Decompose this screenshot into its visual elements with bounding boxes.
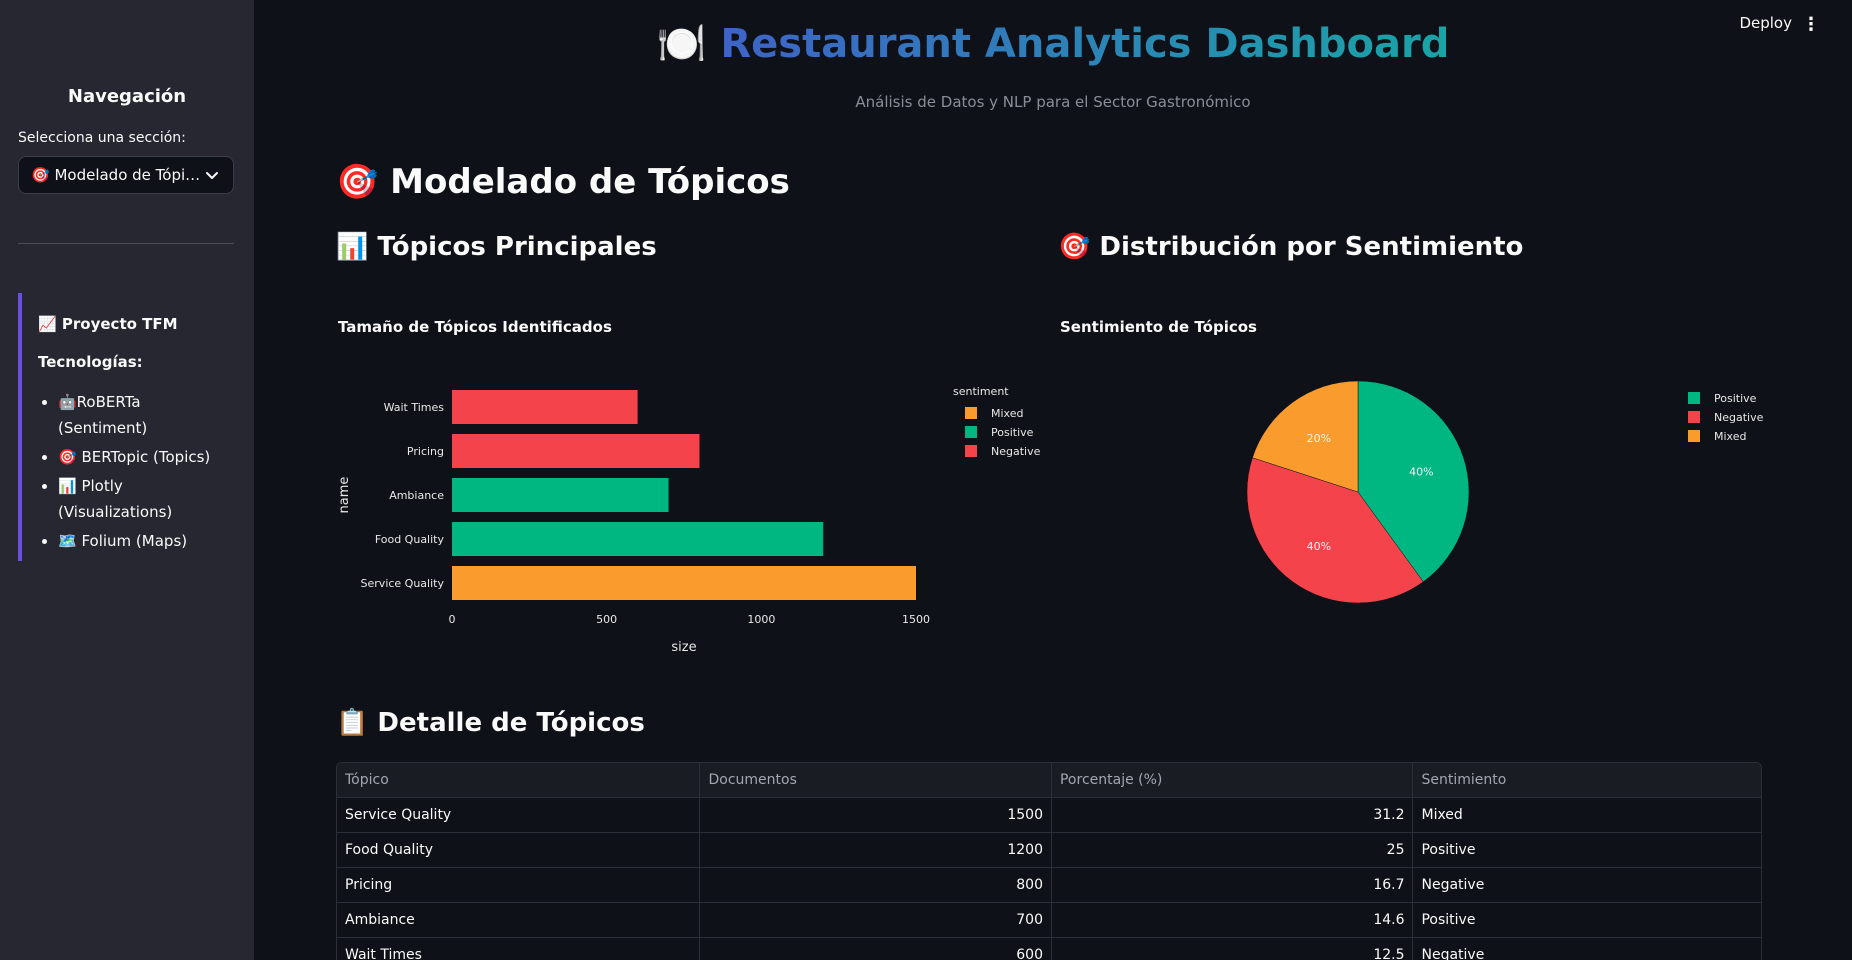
pie-chart: 40% 40% 20% Positive Negative Mixed <box>1246 380 1764 604</box>
table-cell[interactable]: Mixed <box>1413 798 1761 832</box>
x-tick-label: 1000 <box>747 613 775 626</box>
table-row: Ambiance 700 14.6 Positive <box>337 903 1761 938</box>
bar <box>452 478 669 512</box>
table-cell[interactable]: 12.5 <box>1052 938 1414 960</box>
legend-swatch <box>1688 430 1700 442</box>
legend-label: Negative <box>1714 411 1764 424</box>
bar <box>452 566 916 600</box>
legend-label: Mixed <box>991 407 1023 420</box>
y-tick-label: Pricing <box>407 445 444 458</box>
section-select-label: Selecciona una sección: <box>18 130 186 146</box>
sidebar-title: Navegación <box>67 86 187 107</box>
table-cell[interactable]: Negative <box>1413 868 1761 902</box>
x-tick-label: 0 <box>449 613 456 626</box>
column-header[interactable]: Documentos <box>700 763 1052 797</box>
x-axis-label: size <box>671 640 696 655</box>
tech-item: 🤖RoBERTa (Sentiment) <box>58 389 234 441</box>
bar-chart-title: Tamaño de Tópicos Identificados <box>338 318 612 336</box>
table-cell[interactable]: Service Quality <box>337 798 701 832</box>
table-cell[interactable]: Wait Times <box>337 938 701 960</box>
app-title-text: Restaurant Analytics Dashboard <box>720 21 1450 67</box>
tech-label: Tecnologías: <box>38 353 143 371</box>
table-heading: 📋 Detalle de Tópicos <box>336 708 645 738</box>
bar <box>452 434 700 468</box>
pie-data-label: 40% <box>1307 540 1331 553</box>
y-tick-label: Ambiance <box>389 489 444 502</box>
legend-swatch <box>1688 392 1700 404</box>
pie-data-label: 20% <box>1307 432 1331 445</box>
y-tick-label: Wait Times <box>384 401 445 414</box>
y-axis-label: name <box>337 477 352 514</box>
sidebar-divider <box>18 243 234 244</box>
table-cell[interactable]: 31.2 <box>1052 798 1414 832</box>
legend-swatch <box>965 445 977 457</box>
pie-data-label: 40% <box>1409 465 1433 478</box>
app-title: 🍽️ Restaurant Analytics Dashboard <box>254 20 1852 67</box>
column-header[interactable]: Porcentaje (%) <box>1052 763 1414 797</box>
bar <box>452 390 638 424</box>
table-row: Wait Times 600 12.5 Negative <box>337 938 1761 960</box>
legend-label: Positive <box>991 426 1034 439</box>
table-cell[interactable]: 600 <box>700 938 1052 960</box>
project-label: 📈 Proyecto TFM <box>38 315 178 333</box>
section-select-value: 🎯 Modelado de Tópicos <box>31 166 203 184</box>
legend-label: Mixed <box>1714 430 1746 443</box>
chevron-down-icon <box>206 172 218 179</box>
pie-chart-title: Sentimiento de Tópicos <box>1060 318 1257 336</box>
legend-swatch <box>1688 411 1700 423</box>
table-cell[interactable]: 700 <box>700 903 1052 937</box>
table-cell[interactable]: 1500 <box>700 798 1052 832</box>
tech-item: 🗺️ Folium (Maps) <box>58 528 234 554</box>
section-select[interactable]: 🎯 Modelado de Tópicos <box>18 156 234 194</box>
sidebar: Navegación Selecciona una sección: 🎯 Mod… <box>0 0 254 960</box>
tech-item: 📊 Plotly (Visualizations) <box>58 473 234 525</box>
table-row: Pricing 800 16.7 Negative <box>337 868 1761 903</box>
x-tick-label: 500 <box>596 613 617 626</box>
app-subtitle: Análisis de Datos y NLP para el Sector G… <box>855 93 1251 111</box>
left-heading: 📊 Tópicos Principales <box>336 232 657 262</box>
table-row: Food Quality 1200 25 Positive <box>337 833 1761 868</box>
table-cell[interactable]: Positive <box>1413 833 1761 867</box>
y-tick-label: Food Quality <box>375 533 445 546</box>
column-header[interactable]: Tópico <box>337 763 701 797</box>
table-row: Service Quality 1500 31.2 Mixed <box>337 798 1761 833</box>
tech-item: 🎯 BERTopic (Topics) <box>58 444 234 470</box>
table-cell[interactable]: 14.6 <box>1052 903 1414 937</box>
table-cell[interactable]: 16.7 <box>1052 868 1414 902</box>
topics-table: Tópico Documentos Porcentaje (%) Sentimi… <box>336 762 1762 960</box>
project-info-box: 📈 Proyecto TFM Tecnologías: 🤖RoBERTa (Se… <box>18 293 234 561</box>
legend-label: Positive <box>1714 392 1757 405</box>
table-cell[interactable]: Food Quality <box>337 833 701 867</box>
right-heading: 🎯 Distribución por Sentimiento <box>1058 232 1524 262</box>
legend-swatch <box>965 426 977 438</box>
table-cell[interactable]: Positive <box>1413 903 1761 937</box>
legend-label: Negative <box>991 445 1041 458</box>
legend-swatch <box>965 407 977 419</box>
column-header[interactable]: Sentimiento <box>1413 763 1761 797</box>
tech-list: 🤖RoBERTa (Sentiment) 🎯 BERTopic (Topics)… <box>38 389 234 554</box>
x-tick-label: 1500 <box>902 613 930 626</box>
table-header-row: Tópico Documentos Porcentaje (%) Sentimi… <box>337 763 1761 798</box>
legend-title: sentiment <box>953 385 1009 398</box>
bar-chart: Wait Times Pricing Ambiance Food Quality Ser… <box>337 385 1041 655</box>
table-cell[interactable]: 800 <box>700 868 1052 902</box>
table-cell[interactable]: Negative <box>1413 938 1761 960</box>
table-cell[interactable]: 1200 <box>700 833 1052 867</box>
bar <box>452 522 824 556</box>
table-cell[interactable]: 25 <box>1052 833 1414 867</box>
y-tick-label: Service Quality <box>361 577 445 590</box>
table-cell[interactable]: Pricing <box>337 868 701 902</box>
plate-icon: 🍽️ <box>656 21 707 67</box>
section-title: 🎯 Modelado de Tópicos <box>336 162 790 202</box>
table-cell[interactable]: Ambiance <box>337 903 701 937</box>
